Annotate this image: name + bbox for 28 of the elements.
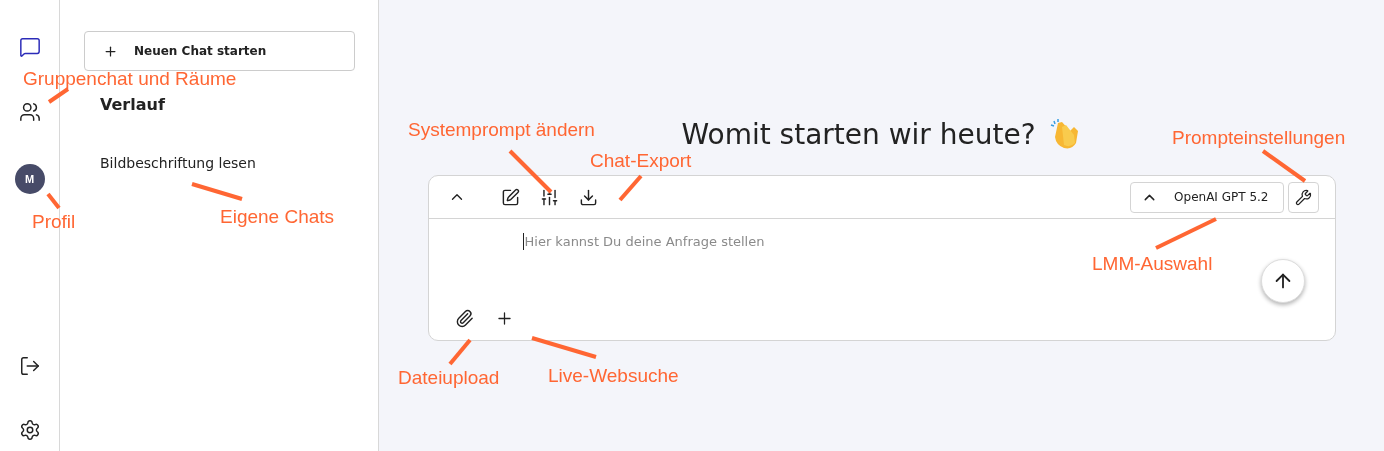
callout-label: Prompteinstellungen xyxy=(1172,127,1346,149)
chat-item[interactable]: Bildbeschriftung lesen xyxy=(100,155,354,171)
leader-line xyxy=(1261,149,1307,183)
wrench-icon xyxy=(1294,188,1312,206)
leader-line xyxy=(46,192,61,210)
send-button[interactable] xyxy=(1260,259,1305,303)
welcome-heading: Womit starten wir heute? xyxy=(681,118,1036,151)
leader-line xyxy=(618,174,643,202)
plus-icon xyxy=(103,43,118,59)
callout-label: Eigene Chats xyxy=(220,206,335,228)
callout-label: Dateiupload xyxy=(398,367,500,389)
new-chat-button[interactable]: Neuen Chat starten xyxy=(84,31,355,71)
callout-label: Chat-Export xyxy=(590,150,692,172)
leader-line xyxy=(531,336,597,359)
callout-label: Profil xyxy=(32,211,76,233)
leader-line xyxy=(1155,217,1217,250)
callout-label: Live-Websuche xyxy=(548,365,679,387)
leader-line xyxy=(508,149,553,194)
leader-line xyxy=(448,338,472,366)
leader-line xyxy=(191,182,243,201)
leader-line xyxy=(47,87,70,104)
model-select[interactable]: OpenAI GPT 5.2 xyxy=(1130,181,1284,213)
history-title: Verlauf xyxy=(100,95,166,114)
wrench-button[interactable] xyxy=(1287,181,1319,213)
callout-label: Gruppenchat und Räume xyxy=(23,68,237,90)
callout-label: Systemprompt ändern xyxy=(408,119,595,141)
callout-label: LMM-Auswahl xyxy=(1092,253,1213,275)
profile-avatar[interactable]: M xyxy=(14,164,45,194)
